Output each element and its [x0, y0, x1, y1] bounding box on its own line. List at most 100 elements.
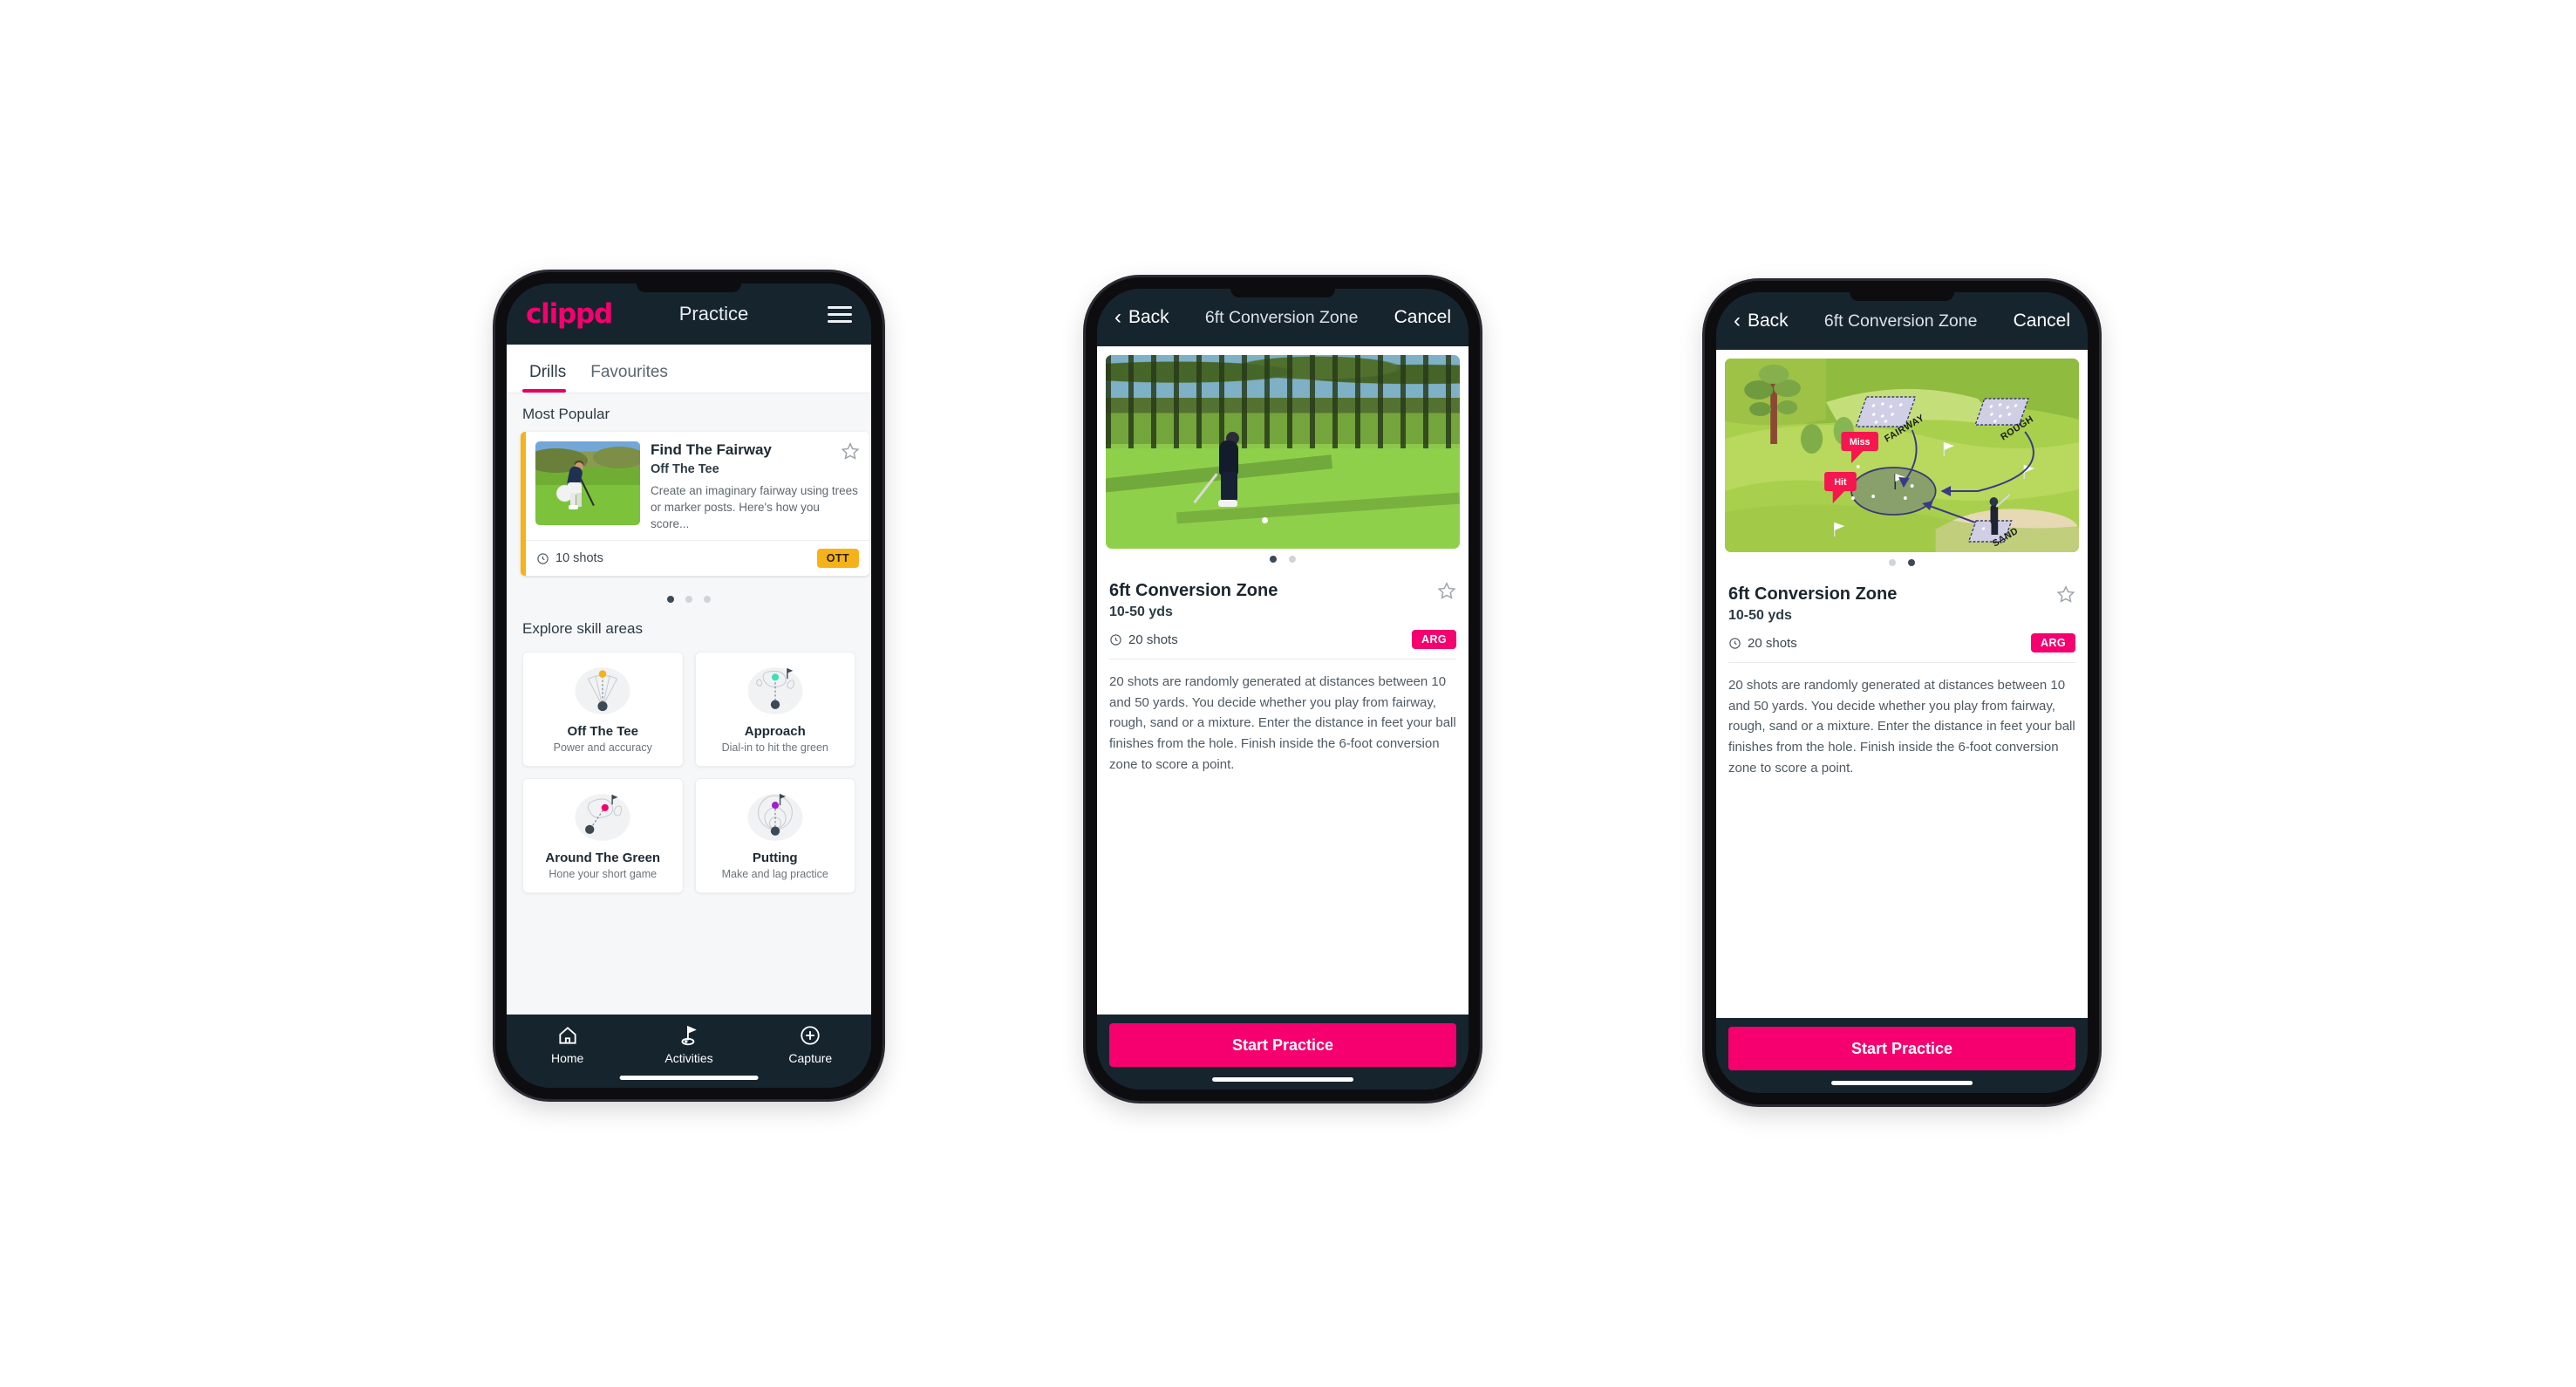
skill-card-putting[interactable]: Putting Make and lag practice: [694, 778, 855, 893]
drill-yardage: 10-50 yds: [1728, 608, 1792, 623]
phone-notch: [637, 284, 741, 292]
skill-desc: Dial-in to hit the green: [721, 741, 828, 754]
start-practice-button[interactable]: Start Practice: [1728, 1027, 2075, 1070]
drill-shots-label: 20 shots: [1748, 635, 1797, 651]
skill-card-approach[interactable]: Approach Dial-in to hit the green: [694, 652, 855, 767]
phone-drill-detail-photo: ‹ Back 6ft Conversion Zone Cancel 6ft Co…: [1086, 277, 1480, 1101]
plus-circle-icon: [801, 1026, 820, 1045]
drill-course-diagram[interactable]: FAIRWAY ROUGH SAND Miss Hit: [1725, 359, 2079, 552]
carousel-dot[interactable]: [1289, 556, 1296, 563]
chevron-left-icon: ‹: [1734, 309, 1741, 332]
home-icon: [559, 1027, 576, 1044]
phone-drill-detail-diagram: ‹ Back 6ft Conversion Zone Cancel FAIRWA…: [1705, 281, 2099, 1104]
app-header: clippd Practice: [507, 284, 871, 345]
start-practice-button[interactable]: Start Practice: [1109, 1023, 1456, 1067]
drill-badge-ott: OTT: [816, 549, 859, 569]
detail-title: 6ft Conversion Zone: [1204, 307, 1359, 327]
drill-description: 20 shots are randomly generated at dista…: [1728, 678, 2075, 775]
skill-desc: Power and accuracy: [553, 741, 652, 754]
practice-content: Most Popular Find The Fairway Off The Te…: [507, 393, 871, 1015]
skill-name: Off The Tee: [567, 724, 638, 739]
page-title: Practice: [678, 303, 749, 325]
phone-notch: [1230, 289, 1335, 297]
detail-content: FAIRWAY ROUGH SAND Miss Hit 6ft Conversi…: [1716, 350, 2088, 1018]
skill-name: Around The Green: [545, 851, 661, 865]
star-outline-icon[interactable]: [2056, 584, 2075, 604]
detail-title: 6ft Conversion Zone: [1823, 311, 1978, 331]
svg-text:Hit: Hit: [1834, 477, 1847, 488]
nav-label: Home: [550, 1051, 584, 1065]
drill-video-thumbnail[interactable]: [1106, 355, 1460, 549]
drill-card[interactable]: Find The Fairway Off The Tee Create an i…: [521, 432, 869, 577]
chip-icon: [575, 794, 630, 841]
explore-skill-areas-label: Explore skill areas: [522, 620, 643, 637]
nav-item-home[interactable]: Home: [507, 1024, 628, 1065]
nav-item-activities[interactable]: Activities: [628, 1024, 749, 1065]
drill-description: 20 shots are randomly generated at dista…: [1109, 674, 1456, 772]
drill-name: 6ft Conversion Zone: [1109, 581, 1278, 600]
nav-label: Activities: [664, 1051, 713, 1065]
home-indicator: [1831, 1081, 1973, 1085]
nav-label: Capture: [788, 1051, 833, 1065]
skill-card-around-the-green[interactable]: Around The Green Hone your short game: [522, 778, 684, 893]
skill-area-grid: Off The Tee Power and accuracy Approach …: [507, 646, 871, 905]
back-label: Back: [1748, 311, 1789, 331]
tee-fan-icon: [575, 667, 630, 714]
drill-name: 6ft Conversion Zone: [1728, 584, 1898, 604]
clock-icon: [1110, 633, 1121, 646]
back-button[interactable]: ‹ Back: [1734, 311, 1789, 331]
tab-drills[interactable]: Drills: [521, 363, 582, 393]
hamburger-icon[interactable]: [828, 305, 852, 323]
nav-item-capture[interactable]: Capture: [750, 1024, 871, 1065]
svg-text:Miss: Miss: [1850, 437, 1871, 448]
media-carousel-dots: [1097, 549, 1469, 571]
chevron-left-icon: ‹: [1114, 305, 1121, 329]
carousel-dot[interactable]: [704, 596, 711, 603]
clock-icon: [537, 553, 549, 564]
drill-shots-label: 20 shots: [1128, 632, 1178, 647]
drill-title: Find The Fairway: [651, 441, 772, 458]
screenshot-canvas: clippd Practice Drills Favourites Most P…: [0, 0, 2576, 1387]
drill-thumbnail: [535, 441, 640, 525]
phone-notch: [1850, 292, 1954, 301]
phone-practice-list: clippd Practice Drills Favourites Most P…: [495, 272, 883, 1099]
skill-name: Putting: [752, 851, 798, 865]
drill-subtitle: Off The Tee: [651, 462, 719, 476]
skill-desc: Make and lag practice: [721, 868, 828, 880]
drill-shots: 10 shots: [536, 551, 603, 565]
carousel-dot[interactable]: [685, 596, 692, 603]
cancel-button[interactable]: Cancel: [2014, 311, 2070, 331]
tab-favourites[interactable]: Favourites: [582, 363, 684, 393]
putt-rings-icon: [747, 794, 803, 841]
drill-shots: 20 shots: [1728, 636, 1797, 651]
skill-desc: Hone your short game: [549, 868, 658, 880]
drill-badge-arg: ARG: [1412, 630, 1456, 649]
carousel-dot[interactable]: [1270, 556, 1277, 563]
green-approach-icon: [747, 667, 803, 714]
carousel-dots: [507, 585, 871, 608]
media-carousel-dots: [1716, 552, 2088, 574]
drill-carousel[interactable]: Find The Fairway Off The Tee Create an i…: [507, 432, 871, 585]
drill-badge-arg: ARG: [2031, 633, 2075, 653]
most-popular-label: Most Popular: [522, 406, 610, 422]
star-outline-icon[interactable]: [841, 441, 860, 461]
drill-description: Create an imaginary fairway using trees …: [651, 484, 858, 531]
home-indicator: [619, 1076, 759, 1080]
back-label: Back: [1128, 307, 1169, 327]
back-button[interactable]: ‹ Back: [1114, 307, 1169, 328]
tab-bar: Drills Favourites: [507, 345, 871, 393]
star-outline-icon[interactable]: [1437, 581, 1456, 600]
home-indicator: [1212, 1077, 1353, 1082]
golf-flag-icon: [681, 1025, 697, 1046]
clock-icon: [1729, 637, 1741, 649]
drill-shots-label: 10 shots: [555, 551, 603, 566]
drill-shots: 20 shots: [1109, 632, 1178, 647]
drill-yardage: 10-50 yds: [1109, 605, 1173, 619]
carousel-dot[interactable]: [667, 596, 674, 603]
skill-card-off-the-tee[interactable]: Off The Tee Power and accuracy: [522, 652, 684, 767]
cancel-button[interactable]: Cancel: [1394, 307, 1451, 328]
carousel-dot[interactable]: [1889, 559, 1896, 566]
detail-content: 6ft Conversion Zone 10-50 yds 20 shots A…: [1097, 346, 1469, 1015]
skill-name: Approach: [744, 724, 806, 739]
carousel-dot[interactable]: [1908, 559, 1915, 566]
